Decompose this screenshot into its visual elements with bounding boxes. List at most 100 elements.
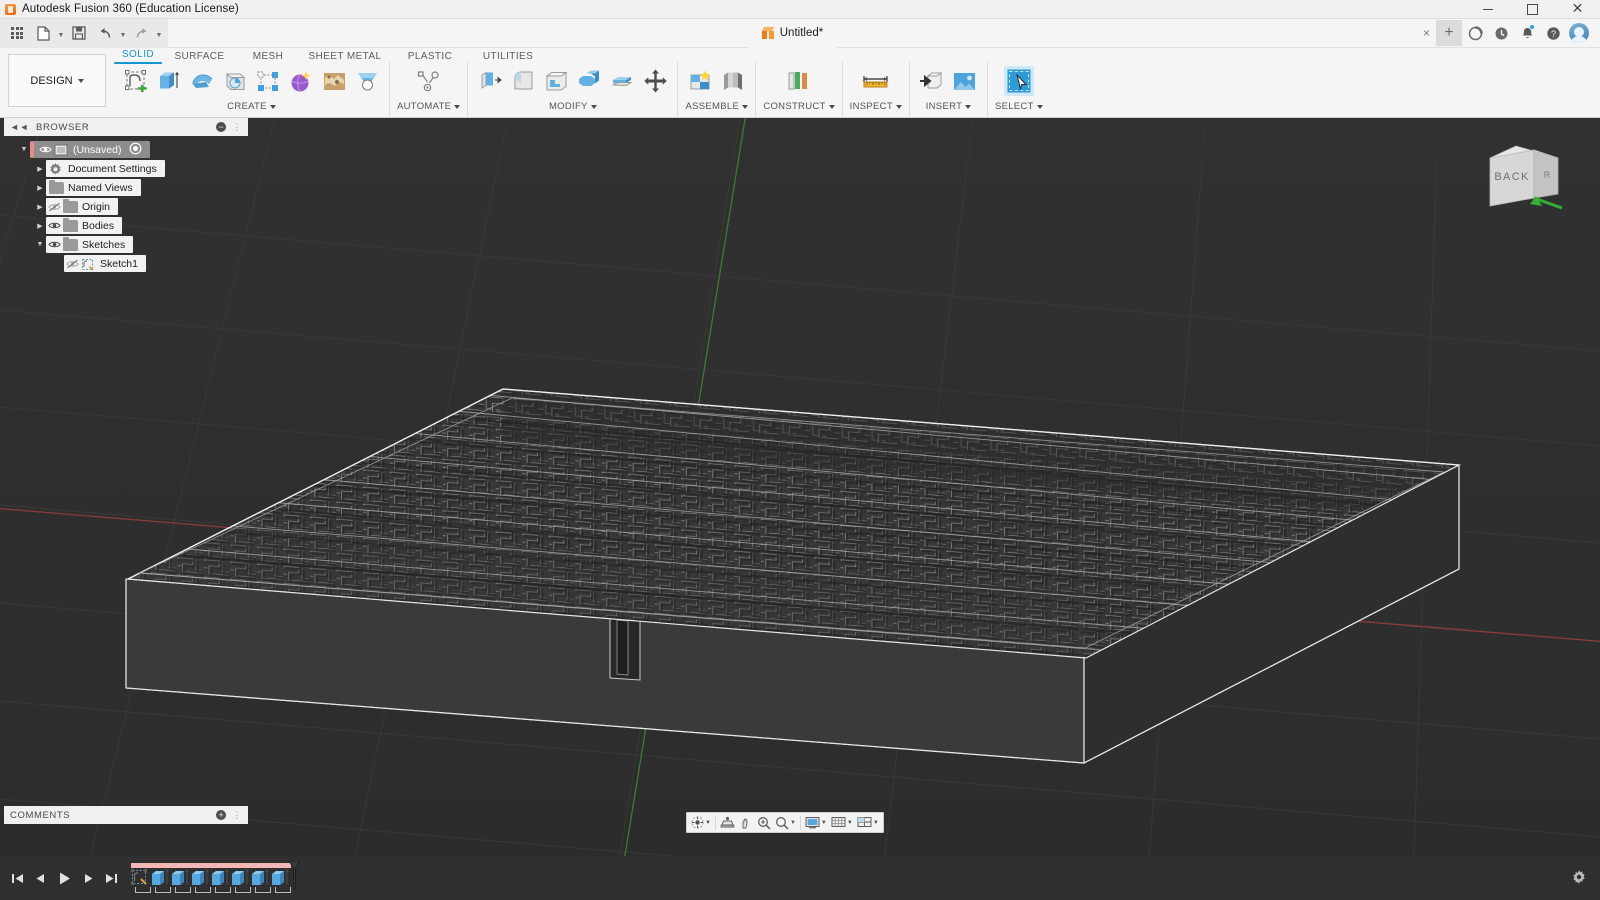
visibility-eye-icon[interactable] xyxy=(46,240,63,249)
go-to-end-icon[interactable] xyxy=(105,872,118,885)
look-at-icon[interactable] xyxy=(718,813,737,832)
timeline-feature-extrude4[interactable] xyxy=(211,869,231,893)
fillet-icon[interactable] xyxy=(508,66,538,96)
redo-dropdown-icon[interactable]: ▼ xyxy=(154,21,164,45)
play-icon[interactable] xyxy=(57,871,72,886)
automate-icon[interactable] xyxy=(414,66,444,96)
window-maximize-button[interactable] xyxy=(1510,0,1555,19)
save-icon[interactable] xyxy=(66,21,92,45)
move-copy-icon[interactable] xyxy=(640,66,670,96)
minus-icon[interactable]: − xyxy=(216,122,227,132)
extrude-icon[interactable] xyxy=(154,66,184,96)
tree-row-content[interactable]: (Unsaved) xyxy=(30,141,151,158)
tree-row-document-settings[interactable]: ▶ Document Settings xyxy=(4,159,248,178)
fit-icon[interactable]: ▼ xyxy=(773,813,798,832)
zoom-icon[interactable] xyxy=(755,813,773,832)
form-icon[interactable] xyxy=(286,66,316,96)
visibility-eye-icon[interactable] xyxy=(37,145,54,154)
job-status-icon[interactable] xyxy=(1462,20,1488,46)
close-tab-icon[interactable]: × xyxy=(1417,26,1436,40)
combine-icon[interactable] xyxy=(574,66,604,96)
expand-arrow-icon[interactable]: ▶ xyxy=(34,222,46,230)
timeline-settings-gear-icon[interactable] xyxy=(1572,870,1586,887)
tree-row-sketches[interactable]: ▼ Sketches xyxy=(4,235,248,254)
tree-row-content[interactable]: Sketches xyxy=(46,236,134,253)
tree-row-named-views[interactable]: ▶ Named Views xyxy=(4,178,248,197)
tree-row-sketch1[interactable]: Sketch1 xyxy=(4,254,248,273)
panel-inspect-label[interactable]: INSPECT xyxy=(850,101,902,112)
apps-grid-icon[interactable] xyxy=(4,21,30,45)
document-tab[interactable]: Untitled* xyxy=(747,18,838,48)
tree-row-content[interactable]: Named Views xyxy=(46,179,141,196)
account-avatar[interactable] xyxy=(1569,23,1589,43)
new-document-dropdown-icon[interactable]: ▼ xyxy=(56,21,66,45)
new-component-icon[interactable] xyxy=(685,66,715,96)
plus-circle-icon[interactable]: + xyxy=(216,810,227,820)
expand-arrow-icon[interactable]: ▶ xyxy=(34,165,46,173)
expand-arrow-icon[interactable]: ▼ xyxy=(34,241,46,248)
timeline-feature-sketch1[interactable] xyxy=(131,869,151,893)
panel-select-label[interactable]: SELECT xyxy=(995,101,1043,112)
expand-arrow-icon[interactable]: ▶ xyxy=(34,184,46,192)
visibility-eye-off-icon[interactable] xyxy=(46,202,63,212)
timeline-end-marker[interactable] xyxy=(288,860,301,891)
step-forward-icon[interactable] xyxy=(82,872,95,885)
mesh-icon[interactable] xyxy=(319,66,349,96)
timeline-feature-extrude2[interactable] xyxy=(171,869,191,893)
timeline-feature-extrude6[interactable] xyxy=(251,869,271,893)
tree-row-unsaved[interactable]: ▼ (Unsaved) xyxy=(4,140,248,159)
visibility-eye-off-icon[interactable] xyxy=(64,259,81,269)
press-pull-icon[interactable] xyxy=(475,66,505,96)
pattern-icon[interactable] xyxy=(253,66,283,96)
activate-radio-icon[interactable] xyxy=(129,142,142,158)
undo-dropdown-icon[interactable]: ▼ xyxy=(118,21,128,45)
measure-icon[interactable] xyxy=(861,66,891,96)
workspace-selector[interactable]: DESIGN xyxy=(8,54,106,107)
joint-icon[interactable] xyxy=(718,66,748,96)
redo-icon[interactable] xyxy=(128,21,154,45)
grid-snaps-icon[interactable]: ▼ xyxy=(829,813,855,832)
expand-arrow-icon[interactable]: ▶ xyxy=(34,203,46,211)
timeline-feature-extrude5[interactable] xyxy=(231,869,251,893)
go-to-beginning-icon[interactable] xyxy=(11,872,24,885)
panel-construct-label[interactable]: CONSTRUCT xyxy=(763,101,835,112)
step-back-icon[interactable] xyxy=(34,872,47,885)
help-icon[interactable]: ? xyxy=(1540,20,1566,46)
viewports-icon[interactable]: ▼ xyxy=(855,813,881,832)
viewport-3d[interactable]: ◄◄ BROWSER − ⋮ ▼ (Unsaved) ▶ Document Se… xyxy=(0,118,1600,900)
tab-mesh[interactable]: MESH xyxy=(237,49,299,63)
tree-row-content[interactable]: Bodies xyxy=(46,217,123,234)
panel-modify-label[interactable]: MODIFY xyxy=(549,101,597,112)
timeline-track[interactable] xyxy=(131,860,301,893)
panel-assemble-label[interactable]: ASSEMBLE xyxy=(686,101,749,112)
orbit-icon[interactable]: ▼ xyxy=(689,813,713,832)
sweep-icon[interactable] xyxy=(220,66,250,96)
tab-plastic[interactable]: PLASTIC xyxy=(391,49,469,63)
canvas-icon[interactable] xyxy=(950,66,980,96)
new-tab-button[interactable]: + xyxy=(1436,20,1462,46)
pan-icon[interactable] xyxy=(737,813,755,832)
view-cube[interactable]: BACK R xyxy=(1472,132,1568,224)
timeline-feature-extrude1[interactable] xyxy=(151,869,171,893)
tree-row-content[interactable]: Sketch1 xyxy=(64,255,146,272)
tree-row-content[interactable]: Origin xyxy=(46,198,119,215)
tree-row-bodies[interactable]: ▶ Bodies xyxy=(4,216,248,235)
panel-insert-label[interactable]: INSERT xyxy=(926,101,972,112)
tree-row-content[interactable]: Document Settings xyxy=(46,160,165,177)
tab-sheet-metal[interactable]: SHEET METAL xyxy=(299,49,391,63)
shell-icon[interactable] xyxy=(541,66,571,96)
select-icon[interactable] xyxy=(1003,66,1034,96)
recent-documents-icon[interactable] xyxy=(1488,20,1514,46)
timeline-feature-extrude3[interactable] xyxy=(191,869,211,893)
display-settings-icon[interactable]: ▼ xyxy=(803,813,829,832)
new-document-icon[interactable] xyxy=(30,21,56,45)
create-sketch-icon[interactable] xyxy=(121,66,151,96)
visibility-eye-icon[interactable] xyxy=(46,221,63,230)
collapse-left-icon[interactable]: ◄◄ xyxy=(10,122,29,132)
grip-icon[interactable]: ⋮ xyxy=(232,122,242,133)
insert-derive-icon[interactable] xyxy=(917,66,947,96)
tree-row-origin[interactable]: ▶ Origin xyxy=(4,197,248,216)
window-close-button[interactable]: ✕ xyxy=(1555,0,1600,19)
panel-automate-label[interactable]: AUTOMATE xyxy=(397,101,461,112)
tab-utilities[interactable]: UTILITIES xyxy=(469,49,547,63)
